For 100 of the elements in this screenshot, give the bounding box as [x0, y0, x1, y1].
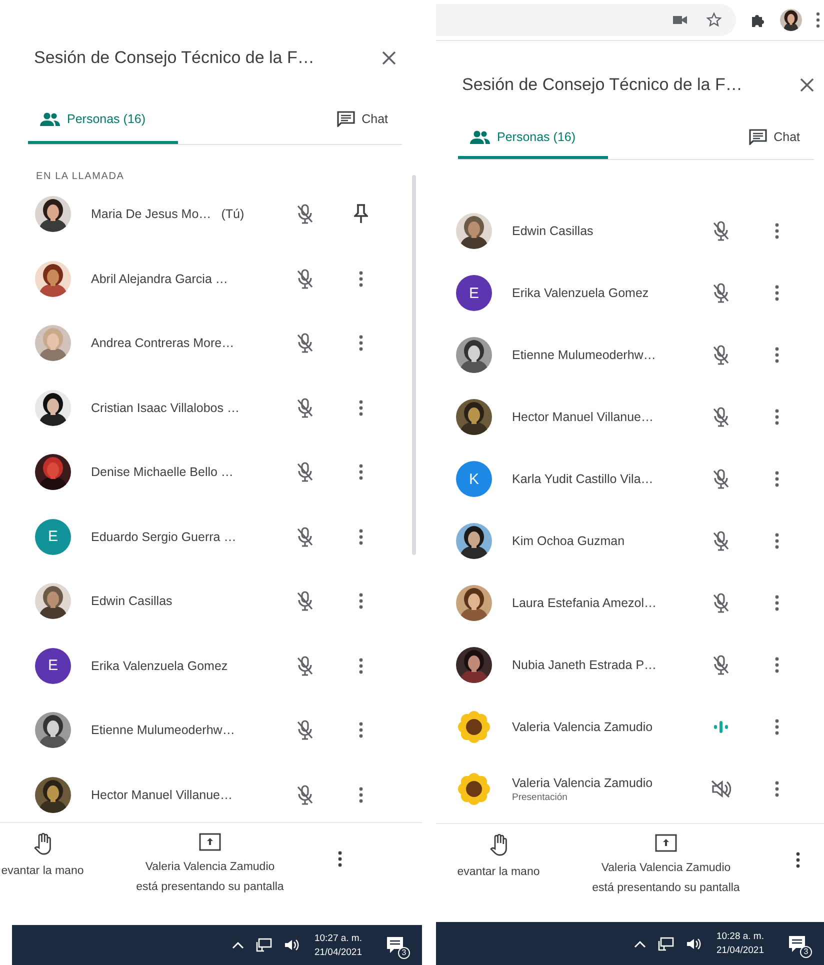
more-icon[interactable] [775, 223, 779, 239]
more-icon[interactable] [775, 657, 779, 673]
raise-hand-label[interactable]: evantar la mano [457, 866, 540, 878]
people-icon [470, 130, 490, 144]
more-icon[interactable] [775, 347, 779, 363]
mic-off-icon[interactable] [296, 462, 314, 482]
more-icon[interactable] [359, 464, 363, 480]
notifications-icon[interactable] [788, 934, 806, 952]
present-screen-icon [199, 833, 221, 851]
participant-name: Etienne Mulumeoderhw… [512, 348, 656, 362]
you-label: (Tú) [221, 207, 244, 222]
more-icon[interactable] [359, 335, 363, 352]
hand-icon[interactable] [34, 833, 52, 855]
more-icon[interactable] [796, 852, 800, 868]
more-icon[interactable] [775, 471, 779, 487]
participant-name: Maria De Jesus Mo… [91, 207, 212, 222]
puzzle-icon[interactable] [750, 12, 766, 28]
present-screen-icon [655, 834, 677, 852]
pin-icon[interactable] [354, 204, 368, 224]
more-icon[interactable] [775, 719, 779, 735]
mic-off-icon[interactable] [712, 469, 730, 489]
mic-off-icon[interactable] [296, 784, 314, 805]
tab[interactable]: Personas (16) [458, 117, 608, 159]
hand-icon[interactable] [490, 834, 508, 856]
avatar: E [35, 518, 71, 555]
mic-off-icon[interactable] [712, 531, 730, 551]
chat-icon [336, 110, 355, 126]
tab[interactable]: Chat [736, 117, 814, 159]
participant-name: Etienne Mulumeoderhw… [91, 723, 235, 738]
caret-up-icon[interactable] [634, 940, 646, 948]
clock-time[interactable]: 10:27 a. m. [314, 932, 362, 944]
mic-off-icon[interactable] [712, 593, 730, 613]
participant-name: Andrea Contreras More… [91, 336, 234, 350]
participant-name: Eduardo Sergio Guerra … [91, 530, 236, 544]
more-icon[interactable] [338, 851, 342, 867]
more-icon[interactable] [359, 786, 363, 803]
mic-off-icon[interactable] [296, 526, 314, 547]
mic-off-icon[interactable] [296, 268, 314, 289]
avatar: E [35, 648, 71, 684]
scrollbar[interactable] [412, 175, 416, 555]
volume-icon[interactable] [284, 938, 300, 952]
raise-hand-label[interactable]: evantar la mano [1, 865, 84, 877]
volume-icon[interactable] [686, 936, 702, 950]
clock-date[interactable]: 21/04/2021 [716, 945, 764, 956]
mic-off-icon[interactable] [296, 398, 314, 418]
presenting-message: Valeria Valencia Zamudio está presentando su pantalla [136, 860, 284, 895]
participant-name: Karla Yudit Castillo Vila… [512, 472, 654, 486]
more-icon[interactable] [359, 528, 363, 545]
mic-off-icon[interactable] [296, 591, 314, 612]
more-icon[interactable] [359, 270, 363, 287]
avatar: K [456, 461, 492, 497]
section-label: EN LA LLAMADA [35, 171, 126, 182]
more-icon[interactable] [775, 595, 779, 611]
more-icon[interactable] [359, 722, 363, 738]
notifications-icon[interactable] [386, 936, 404, 954]
caret-up-icon[interactable] [232, 941, 244, 949]
mic-off-icon[interactable] [296, 333, 314, 354]
more-icon[interactable] [775, 285, 779, 301]
volume-off-icon[interactable] [711, 780, 731, 798]
meeting-title: Sesión de Consejo Técnico de la F… [462, 75, 742, 95]
clock-date[interactable]: 21/04/2021 [314, 946, 362, 958]
presenting-message: Valeria Valencia Zamudio está presentando su pantalla [592, 861, 740, 896]
meeting-title: Sesión de Consejo Técnico de la F… [34, 48, 314, 68]
network-icon[interactable] [256, 938, 272, 952]
mic-off-icon[interactable] [712, 283, 730, 303]
more-icon[interactable] [775, 781, 779, 797]
participant-name: Denise Michaelle Bello … [91, 465, 234, 480]
participant-name: Nubia Janeth Estrada P… [512, 658, 657, 672]
clock-time[interactable]: 10:28 a. m. [716, 931, 764, 942]
more-icon[interactable] [359, 658, 363, 674]
participant-name: Cristian Isaac Villalobos … [91, 400, 240, 415]
mic-off-icon[interactable] [712, 221, 730, 241]
notification-count: 3 [800, 946, 812, 958]
mic-off-icon[interactable] [296, 204, 314, 224]
star-icon[interactable] [706, 12, 722, 28]
mic-off-icon[interactable] [296, 720, 314, 740]
notification-count: 3 [398, 947, 410, 959]
more-icon[interactable] [816, 12, 820, 28]
mic-off-icon[interactable] [712, 345, 730, 365]
participant-name: Erika Valenzuela Gomez [512, 286, 649, 300]
more-icon[interactable] [359, 593, 363, 610]
more-icon[interactable] [359, 400, 363, 416]
mic-off-icon[interactable] [712, 655, 730, 675]
participant-name: Hector Manuel Villanue… [91, 788, 233, 802]
tab[interactable]: Chat [324, 96, 402, 144]
participant-name: Hector Manuel Villanue… [512, 410, 654, 424]
mic-off-icon[interactable] [712, 407, 730, 427]
more-icon[interactable] [775, 533, 779, 549]
participant-name: Erika Valenzuela Gomez [91, 658, 228, 673]
participant-name: Kim Ochoa Guzman [512, 534, 625, 548]
close-icon[interactable] [800, 78, 814, 92]
close-icon[interactable] [382, 51, 396, 65]
tab[interactable]: Personas (16) [28, 96, 178, 144]
participant-name: Valeria Valencia Zamudio [512, 720, 653, 734]
mic-off-icon[interactable] [296, 656, 314, 676]
network-icon[interactable] [658, 936, 674, 950]
people-icon [40, 112, 60, 126]
participant-name: Edwin Casillas [512, 224, 594, 238]
camera-icon[interactable] [672, 14, 688, 26]
more-icon[interactable] [775, 409, 779, 425]
